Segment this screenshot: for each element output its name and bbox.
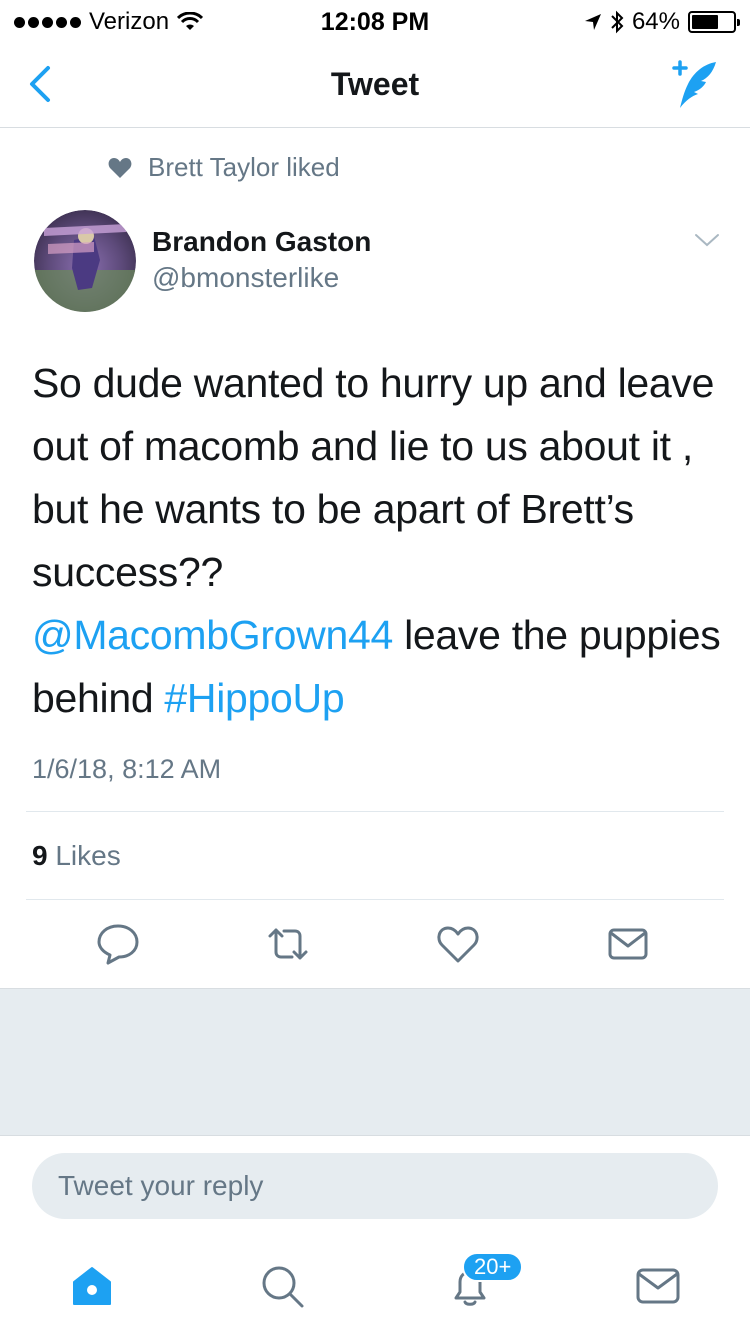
like-icon[interactable] — [436, 922, 480, 966]
retweet-icon[interactable] — [266, 922, 310, 966]
battery-percent: 64% — [631, 8, 680, 35]
divider — [26, 899, 724, 900]
empty-replies-area — [0, 988, 750, 1136]
chevron-down-icon[interactable] — [694, 230, 720, 250]
author-name[interactable]: Brandon Gaston — [152, 226, 371, 258]
tweet-timestamp: 1/6/18, 8:12 AM — [32, 754, 222, 784]
compose-tweet-icon[interactable] — [666, 54, 726, 114]
status-bar: Verizon 12:08 PM 64% — [0, 0, 750, 40]
bluetooth-icon — [611, 10, 624, 34]
messages-icon[interactable] — [634, 1262, 682, 1310]
location-arrow-icon — [584, 14, 601, 30]
likes-count[interactable]: 9 Likes — [32, 840, 121, 872]
reply-icon[interactable] — [96, 922, 140, 966]
author-handle[interactable]: @bmonsterlike — [152, 262, 339, 294]
avatar[interactable] — [34, 210, 136, 312]
home-icon[interactable] — [68, 1262, 116, 1310]
social-context-label: Brett Taylor liked — [148, 152, 340, 182]
reply-input[interactable]: Tweet your reply — [32, 1153, 718, 1219]
divider — [26, 811, 724, 812]
likes-label: Likes — [55, 840, 121, 871]
battery-icon — [688, 11, 740, 33]
mention-link[interactable]: @MacombGrown44 — [32, 612, 393, 658]
heart-icon — [108, 157, 132, 178]
tweet-text-part1: So dude wanted to hurry up and leave out… — [32, 360, 715, 595]
tab-bar — [0, 1240, 750, 1334]
hashtag-link[interactable]: #HippoUp — [164, 675, 344, 721]
social-context: Brett Taylor liked — [108, 152, 340, 183]
tweet-actions — [0, 922, 750, 966]
likes-number: 9 — [32, 840, 48, 871]
nav-bar: Tweet — [0, 40, 750, 128]
page-title: Tweet — [330, 66, 420, 102]
direct-message-icon[interactable] — [606, 922, 650, 966]
tweet-text: So dude wanted to hurry up and leave out… — [32, 352, 722, 730]
search-icon[interactable] — [258, 1262, 306, 1310]
notification-badge: 20+ — [462, 1252, 524, 1282]
